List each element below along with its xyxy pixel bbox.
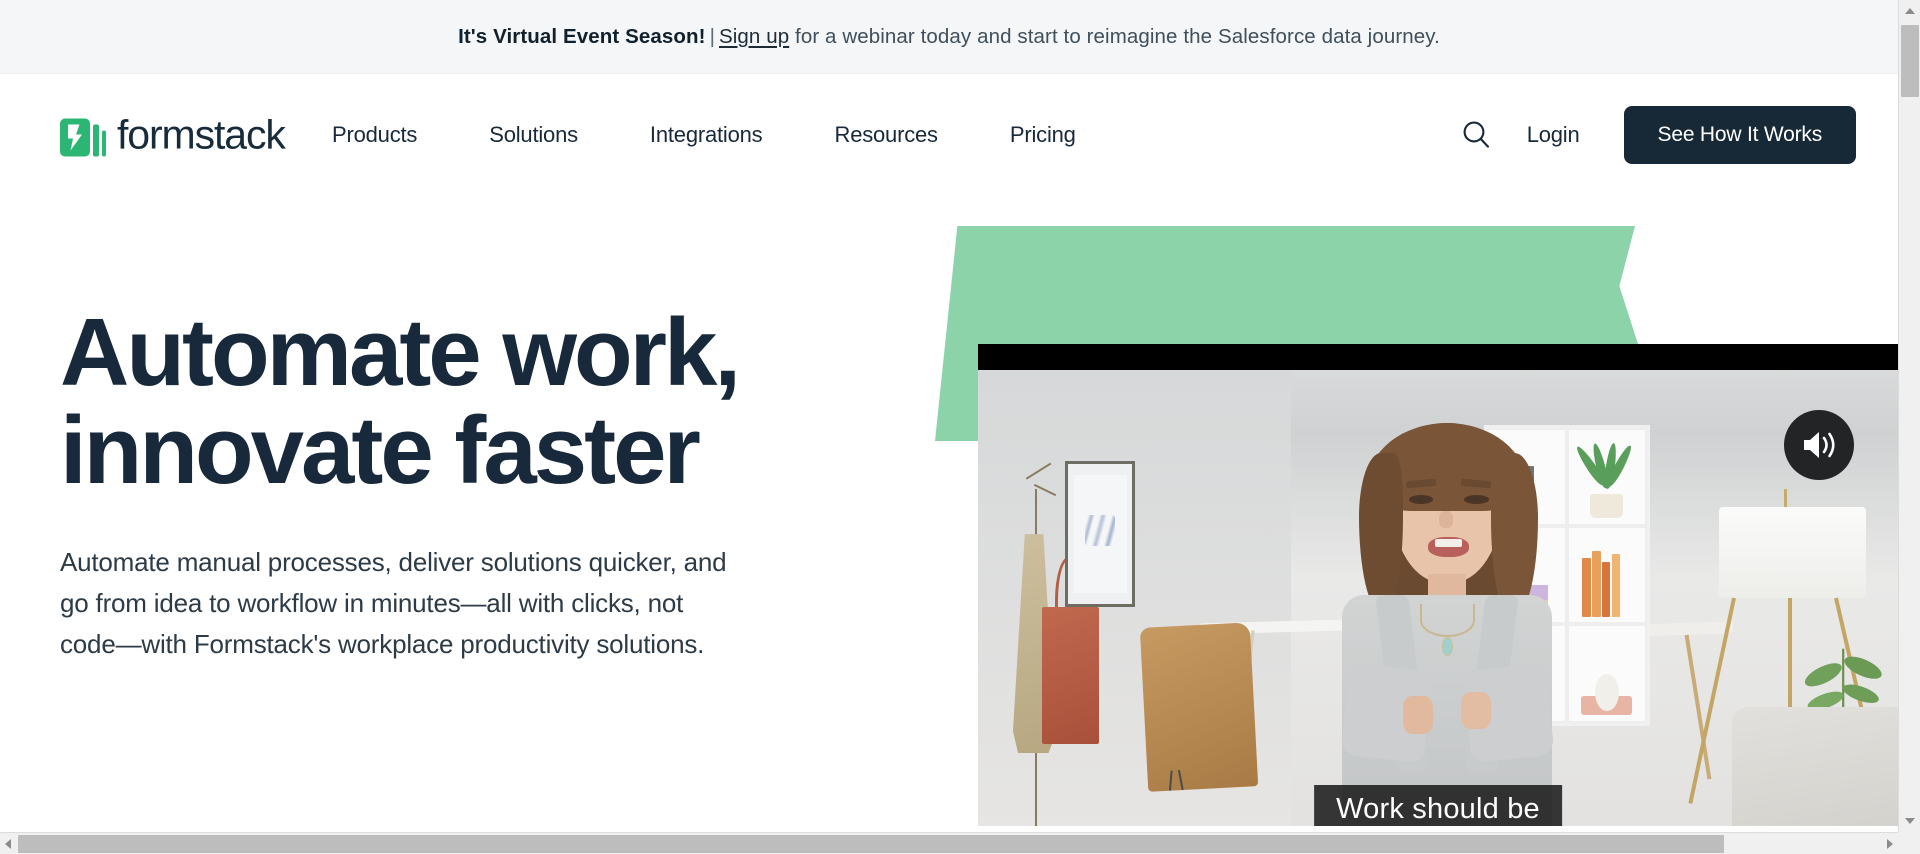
formstack-logo[interactable]: formstack — [60, 111, 286, 159]
nav-item-pricing[interactable]: Pricing — [974, 122, 1112, 148]
triangle-right-icon[interactable] — [1882, 833, 1898, 854]
armchair — [1732, 707, 1898, 826]
volume-on-icon[interactable] — [1784, 410, 1854, 480]
announcement-body: for a webinar today and start to reimagi… — [789, 24, 1440, 48]
video-letterbox — [978, 344, 1898, 370]
bolt-glyph — [68, 124, 82, 150]
hero-copy: Automate work, innovate faster Automate … — [60, 304, 940, 665]
browser-viewport: It's Virtual Event Season! | Sign up for a… — [0, 0, 1920, 854]
announcement-banner: It's Virtual Event Season! | Sign up for a… — [0, 0, 1898, 74]
horizontal-scrollbar-thumb[interactable] — [18, 835, 1724, 853]
announcement-divider: | — [709, 24, 715, 48]
speaker-glyph — [1804, 432, 1835, 458]
login-link[interactable]: Login — [1527, 122, 1580, 148]
vertical-scrollbar[interactable] — [1898, 0, 1920, 832]
sign-up-link[interactable]: Sign up — [719, 25, 789, 48]
hero-title-line-2: innovate faster — [60, 396, 701, 504]
triangle-left-icon[interactable] — [0, 833, 16, 854]
nav-item-integrations[interactable]: Integrations — [614, 122, 799, 148]
nav-item-products[interactable]: Products — [332, 122, 453, 148]
triangle-up-icon[interactable] — [1899, 0, 1920, 22]
top-navigation: formstack Products Solutions Integration… — [0, 74, 1898, 196]
announcement-headline: It's Virtual Event Season! — [458, 24, 706, 48]
horizontal-scrollbar[interactable] — [0, 832, 1898, 854]
scrollbar-corner — [1898, 832, 1920, 854]
see-how-it-works-button[interactable]: See How It Works — [1623, 106, 1856, 164]
hero-video[interactable]: Work should be — [978, 344, 1898, 826]
wall-art — [1065, 461, 1136, 608]
nav-item-solutions[interactable]: Solutions — [453, 122, 614, 148]
video-caption: Work should be — [1314, 785, 1562, 826]
formstack-bolt-icon — [60, 114, 106, 156]
presenter-figure — [1309, 406, 1585, 826]
video-scene — [978, 370, 1898, 826]
hero-section: Automate work, innovate faster Automate … — [0, 196, 1898, 826]
search-glyph — [1463, 121, 1489, 148]
nav-actions: Login See How It Works — [1453, 106, 1856, 164]
announcement-text: It's Virtual Event Season! | Sign up for a… — [458, 25, 1440, 49]
triangle-down-icon[interactable] — [1899, 810, 1920, 832]
hero-title: Automate work, innovate faster — [60, 304, 940, 500]
logo-wordmark: formstack — [117, 111, 286, 158]
nav-links: Products Solutions Integrations Resource… — [332, 122, 1112, 148]
vertical-scrollbar-thumb[interactable] — [1901, 25, 1919, 97]
hero-subtitle: Automate manual processes, deliver solut… — [60, 546, 727, 659]
hero-title-line-1: Automate work, — [60, 299, 741, 406]
nav-item-resources[interactable]: Resources — [799, 122, 974, 148]
floor-lamp — [1718, 506, 1866, 598]
search-icon[interactable] — [1453, 112, 1499, 158]
